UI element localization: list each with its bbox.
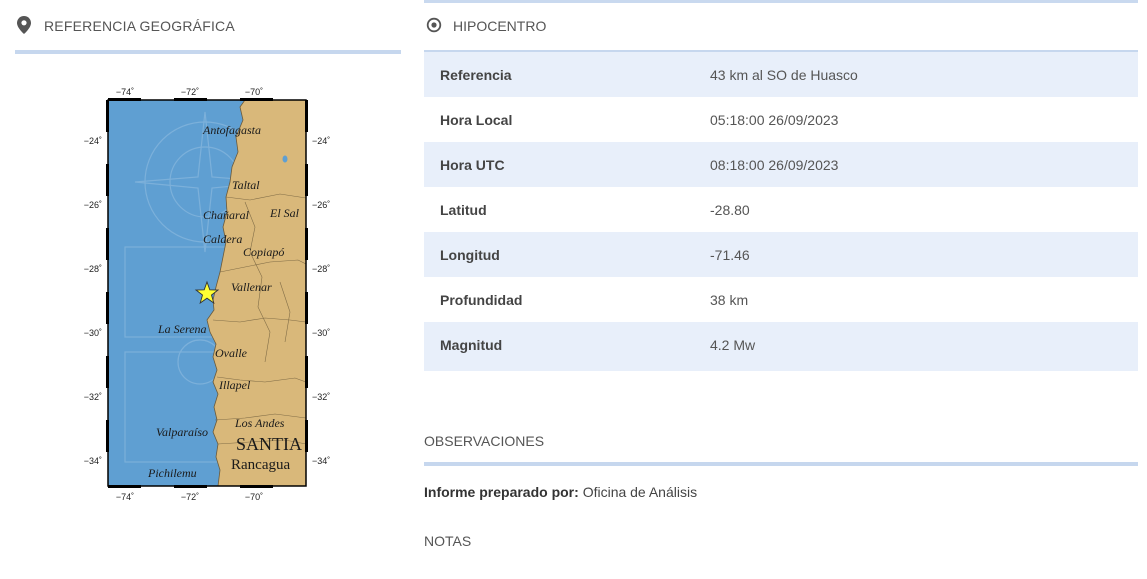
report-author-label: Informe preparado por:	[424, 484, 579, 500]
row-value: -28.80	[710, 201, 750, 218]
table-bottom-band	[424, 367, 1138, 371]
map-city-label: SANTIA	[236, 434, 302, 454]
map-lon-tick-top: −72˚	[181, 87, 199, 97]
map-lat-tick-right: −26˚	[312, 200, 330, 210]
map-lat-tick-left: −30˚	[84, 328, 102, 338]
map-city-label: La Serena	[157, 322, 207, 336]
map-lat-tick-left: −32˚	[84, 392, 102, 402]
hypocenter-header: HIPOCENTRO	[424, 12, 1138, 54]
map-lon-tick-top: −70˚	[245, 87, 263, 97]
row-label: Profundidad	[440, 291, 523, 308]
map-lon-tick-bottom: −70˚	[245, 492, 263, 502]
map-city-label: Pichilemu	[147, 466, 197, 480]
report-author-line: Informe preparado por: Oficina de Anális…	[424, 484, 697, 500]
target-icon	[426, 17, 442, 38]
report-author-value: Oficina de Análisis	[582, 484, 698, 500]
map-lat-tick-right: −28˚	[312, 264, 330, 274]
observations-title: OBSERVACIONES	[424, 433, 545, 449]
map-city-label: Ovalle	[215, 346, 248, 360]
notes-title: NOTAS	[424, 533, 472, 549]
row-label: Magnitud	[440, 336, 503, 353]
map-lat-tick-left: −34˚	[84, 456, 102, 466]
table-row: Longitud -71.46	[424, 232, 1138, 277]
map-city-label: Antofagasta	[202, 123, 261, 137]
geo-reference-header: REFERENCIA GEOGRÁFICA	[15, 12, 401, 54]
map-lat-tick-right: −32˚	[312, 392, 330, 402]
map-lake	[282, 155, 288, 163]
map-city-label: Chañaral	[203, 208, 250, 222]
map-city-label: Illapel	[218, 378, 251, 392]
map-lon-tick-bottom: −72˚	[181, 492, 199, 502]
row-label: Latitud	[440, 201, 487, 218]
row-value: 4.2 Mw	[710, 336, 756, 353]
top-divider	[424, 0, 1138, 3]
map-lon-tick-top: −74˚	[116, 87, 134, 97]
map-city-label: Caldera	[203, 232, 242, 246]
row-value: 43 km al SO de Huasco	[710, 66, 858, 83]
row-label: Hora Local	[440, 111, 513, 128]
map-lat-tick-right: −34˚	[312, 456, 330, 466]
table-row: Latitud -28.80	[424, 187, 1138, 232]
map-city-label: Vallenar	[231, 280, 272, 294]
observations-header: OBSERVACIONES	[424, 430, 1138, 466]
geo-reference-title: REFERENCIA GEOGRÁFICA	[44, 18, 235, 34]
map-pin-icon	[17, 16, 31, 39]
table-row: Referencia 43 km al SO de Huasco	[424, 52, 1138, 97]
row-value: 08:18:00 26/09/2023	[710, 156, 839, 173]
table-row: Hora UTC 08:18:00 26/09/2023	[424, 142, 1138, 187]
map-city-label: El Sal	[269, 206, 300, 220]
map-lat-tick-left: −26˚	[84, 200, 102, 210]
hypocenter-title: HIPOCENTRO	[453, 18, 547, 34]
map-city-label: Copiapó	[243, 245, 284, 259]
map-city-label: Valparaíso	[156, 425, 208, 439]
epicenter-map: −74˚ −72˚ −70˚ −74˚ −72˚ −70˚ −24˚ −26˚ …	[80, 82, 340, 507]
map-city-label: Taltal	[232, 178, 260, 192]
table-row: Profundidad 38 km	[424, 277, 1138, 322]
table-row: Hora Local 05:18:00 26/09/2023	[424, 97, 1138, 142]
map-lat-tick-right: −24˚	[312, 136, 330, 146]
hypocenter-table: Referencia 43 km al SO de Huasco Hora Lo…	[424, 52, 1138, 367]
map-city-label: Rancagua	[231, 457, 290, 473]
map-city-label: Los Andes	[234, 416, 285, 430]
row-value: 38 km	[710, 291, 749, 308]
map-lat-tick-left: −24˚	[84, 136, 102, 146]
row-value: -71.46	[710, 246, 750, 263]
map-lat-tick-left: −28˚	[84, 264, 102, 274]
row-label: Referencia	[440, 66, 512, 83]
row-value: 05:18:00 26/09/2023	[710, 111, 839, 128]
row-label: Hora UTC	[440, 156, 505, 173]
row-label: Longitud	[440, 246, 500, 263]
table-row: Magnitud 4.2 Mw	[424, 322, 1138, 367]
map-lon-tick-bottom: −74˚	[116, 492, 134, 502]
map-lat-tick-right: −30˚	[312, 328, 330, 338]
